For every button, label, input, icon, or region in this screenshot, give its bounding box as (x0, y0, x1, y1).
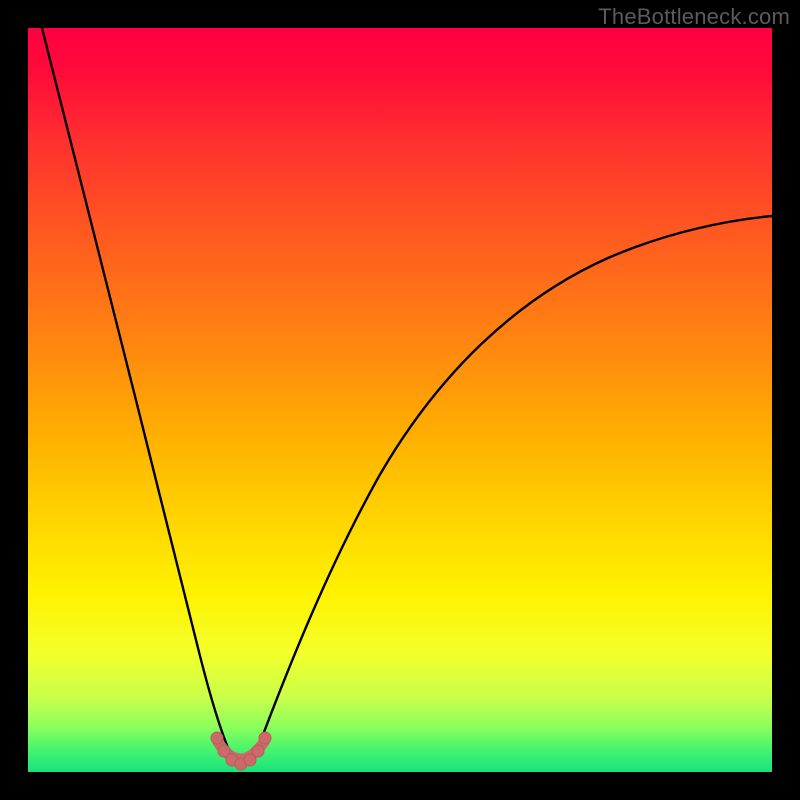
curve-right-branch (258, 216, 772, 748)
bottleneck-curve (28, 28, 772, 772)
valley-marker-dots (211, 732, 271, 770)
curve-left-branch (42, 28, 228, 748)
watermark-text: TheBottleneck.com (598, 4, 790, 30)
plot-area (28, 28, 772, 772)
chart-stage: TheBottleneck.com (0, 0, 800, 800)
